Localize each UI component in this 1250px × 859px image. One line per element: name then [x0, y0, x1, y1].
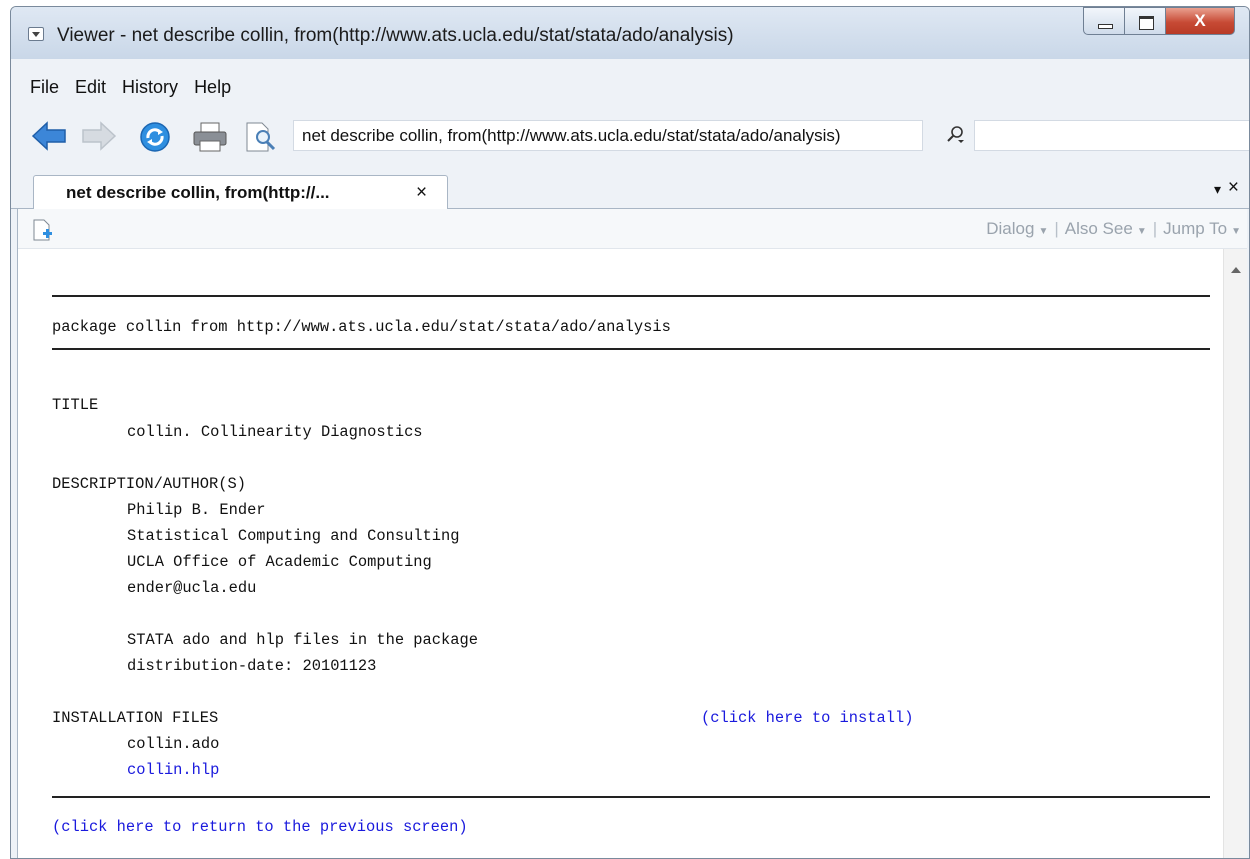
divider	[52, 295, 1210, 297]
menu-edit[interactable]: Edit	[75, 77, 106, 98]
menu-file[interactable]: File	[30, 77, 59, 98]
file-link[interactable]: collin.hlp	[127, 761, 219, 779]
window-menu-icon[interactable]	[28, 27, 44, 41]
viewer-menus: Dialog ▼ | Also See ▼ | Jump To ▼	[986, 219, 1241, 239]
title-bar: Viewer - net describe collin, from(http:…	[11, 7, 1249, 59]
window-controls: X	[1083, 7, 1235, 35]
menu-separator: |	[1054, 219, 1059, 238]
menu-separator: |	[1152, 219, 1158, 238]
window-title: Viewer - net describe collin, from(http:…	[57, 25, 734, 46]
search-icon[interactable]	[946, 125, 966, 145]
tab-net-describe[interactable]: net describe collin, from(http://... ×	[33, 175, 448, 210]
install-link[interactable]: (click here to install)	[701, 709, 913, 727]
print-icon[interactable]	[192, 121, 228, 153]
divider	[52, 796, 1210, 798]
jump-to-menu[interactable]: Jump To ▼	[1163, 219, 1241, 239]
toolbar: net describe collin, from(http://www.ats…	[11, 109, 1249, 163]
new-viewer-icon[interactable]	[32, 218, 54, 242]
dialog-caret-icon: ▼	[1038, 226, 1049, 237]
divider	[52, 348, 1210, 350]
description-line: ender@ucla.edu	[127, 579, 257, 597]
back-arrow-icon[interactable]	[31, 121, 67, 151]
scroll-up-arrow-icon[interactable]	[1231, 267, 1241, 273]
forward-arrow-icon[interactable]	[81, 121, 117, 151]
maximize-button[interactable]	[1124, 7, 1166, 35]
close-window-button[interactable]: X	[1165, 7, 1235, 35]
description-line: Philip B. Ender	[127, 501, 266, 519]
viewer-window: Viewer - net describe collin, from(http:…	[10, 6, 1250, 859]
return-link[interactable]: (click here to return to the previous sc…	[52, 818, 468, 836]
jump-to-caret-icon: ▼	[1231, 226, 1241, 237]
file-item: collin.ado	[127, 735, 220, 753]
viewer-pane: Dialog ▼ | Also See ▼ | Jump To ▼ package c…	[17, 209, 1247, 858]
also-see-caret-icon: ▼	[1136, 226, 1147, 237]
description-heading: DESCRIPTION/AUTHOR(S)	[52, 475, 246, 493]
dialog-menu[interactable]: Dialog ▼	[986, 219, 1048, 239]
menu-bar: File Edit History Help	[11, 69, 1249, 105]
description-line: UCLA Office of Academic Computing	[127, 553, 432, 571]
viewer-toolbar: Dialog ▼ | Also See ▼ | Jump To ▼	[18, 209, 1247, 249]
menu-history[interactable]: History	[122, 77, 178, 98]
close-tab-icon[interactable]: ×	[1228, 177, 1239, 199]
description-line: distribution-date: 20101123	[127, 657, 377, 675]
search-input[interactable]	[974, 120, 1249, 151]
tab-list-dropdown-icon[interactable]: ▾	[1214, 181, 1221, 198]
tab-close-icon[interactable]: ×	[416, 182, 427, 204]
tab-strip: net describe collin, from(http://... × ▾…	[11, 169, 1249, 210]
vertical-scrollbar[interactable]	[1223, 249, 1247, 858]
find-icon[interactable]	[244, 121, 278, 153]
package-description: package collin from http://www.ats.ucla.…	[18, 249, 1224, 858]
package-line: package collin from http://www.ats.ucla.…	[52, 318, 671, 336]
refresh-icon[interactable]	[139, 121, 171, 153]
also-see-menu[interactable]: Also See ▼	[1065, 219, 1147, 239]
title-heading: TITLE	[52, 396, 99, 414]
description-line: STATA ado and hlp files in the package	[127, 631, 478, 649]
description-line: Statistical Computing and Consulting	[127, 527, 460, 545]
address-input[interactable]: net describe collin, from(http://www.ats…	[293, 120, 923, 151]
installation-heading: INSTALLATION FILES	[52, 709, 219, 727]
tab-label: net describe collin, from(http://...	[66, 183, 330, 202]
menu-help[interactable]: Help	[194, 77, 231, 98]
minimize-button[interactable]	[1083, 7, 1125, 35]
title-text: collin. Collinearity Diagnostics	[127, 423, 423, 441]
